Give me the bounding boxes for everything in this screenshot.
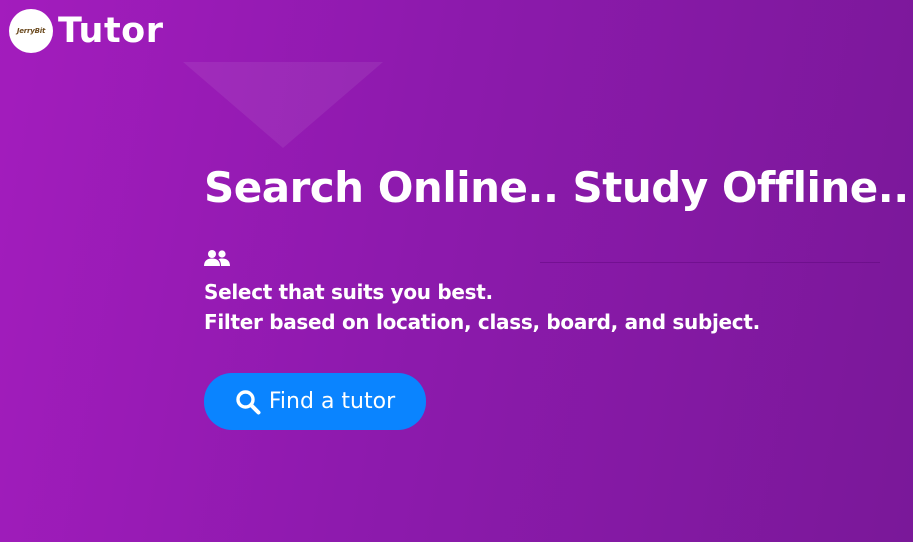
decorative-divider xyxy=(540,262,880,263)
hero-headline: Search Online.. Study Offline.. xyxy=(204,163,909,212)
hero-subtext-line1: Select that suits you best. xyxy=(204,280,493,304)
decorative-triangle xyxy=(183,62,383,148)
site-logo[interactable]: JerryBit Tutor xyxy=(9,9,163,53)
logo-badge-text: JerryBit xyxy=(16,27,46,35)
find-tutor-button[interactable]: Find a tutor xyxy=(204,373,426,430)
logo-badge: JerryBit xyxy=(9,9,53,53)
search-icon xyxy=(236,389,261,414)
users-icon xyxy=(204,250,230,266)
hero-subtext: Select that suits you best. Filter based… xyxy=(204,277,760,337)
hero-subtext-line2: Filter based on location, class, board, … xyxy=(204,310,760,334)
find-tutor-button-label: Find a tutor xyxy=(268,388,396,414)
logo-text: Tutor xyxy=(58,11,164,51)
